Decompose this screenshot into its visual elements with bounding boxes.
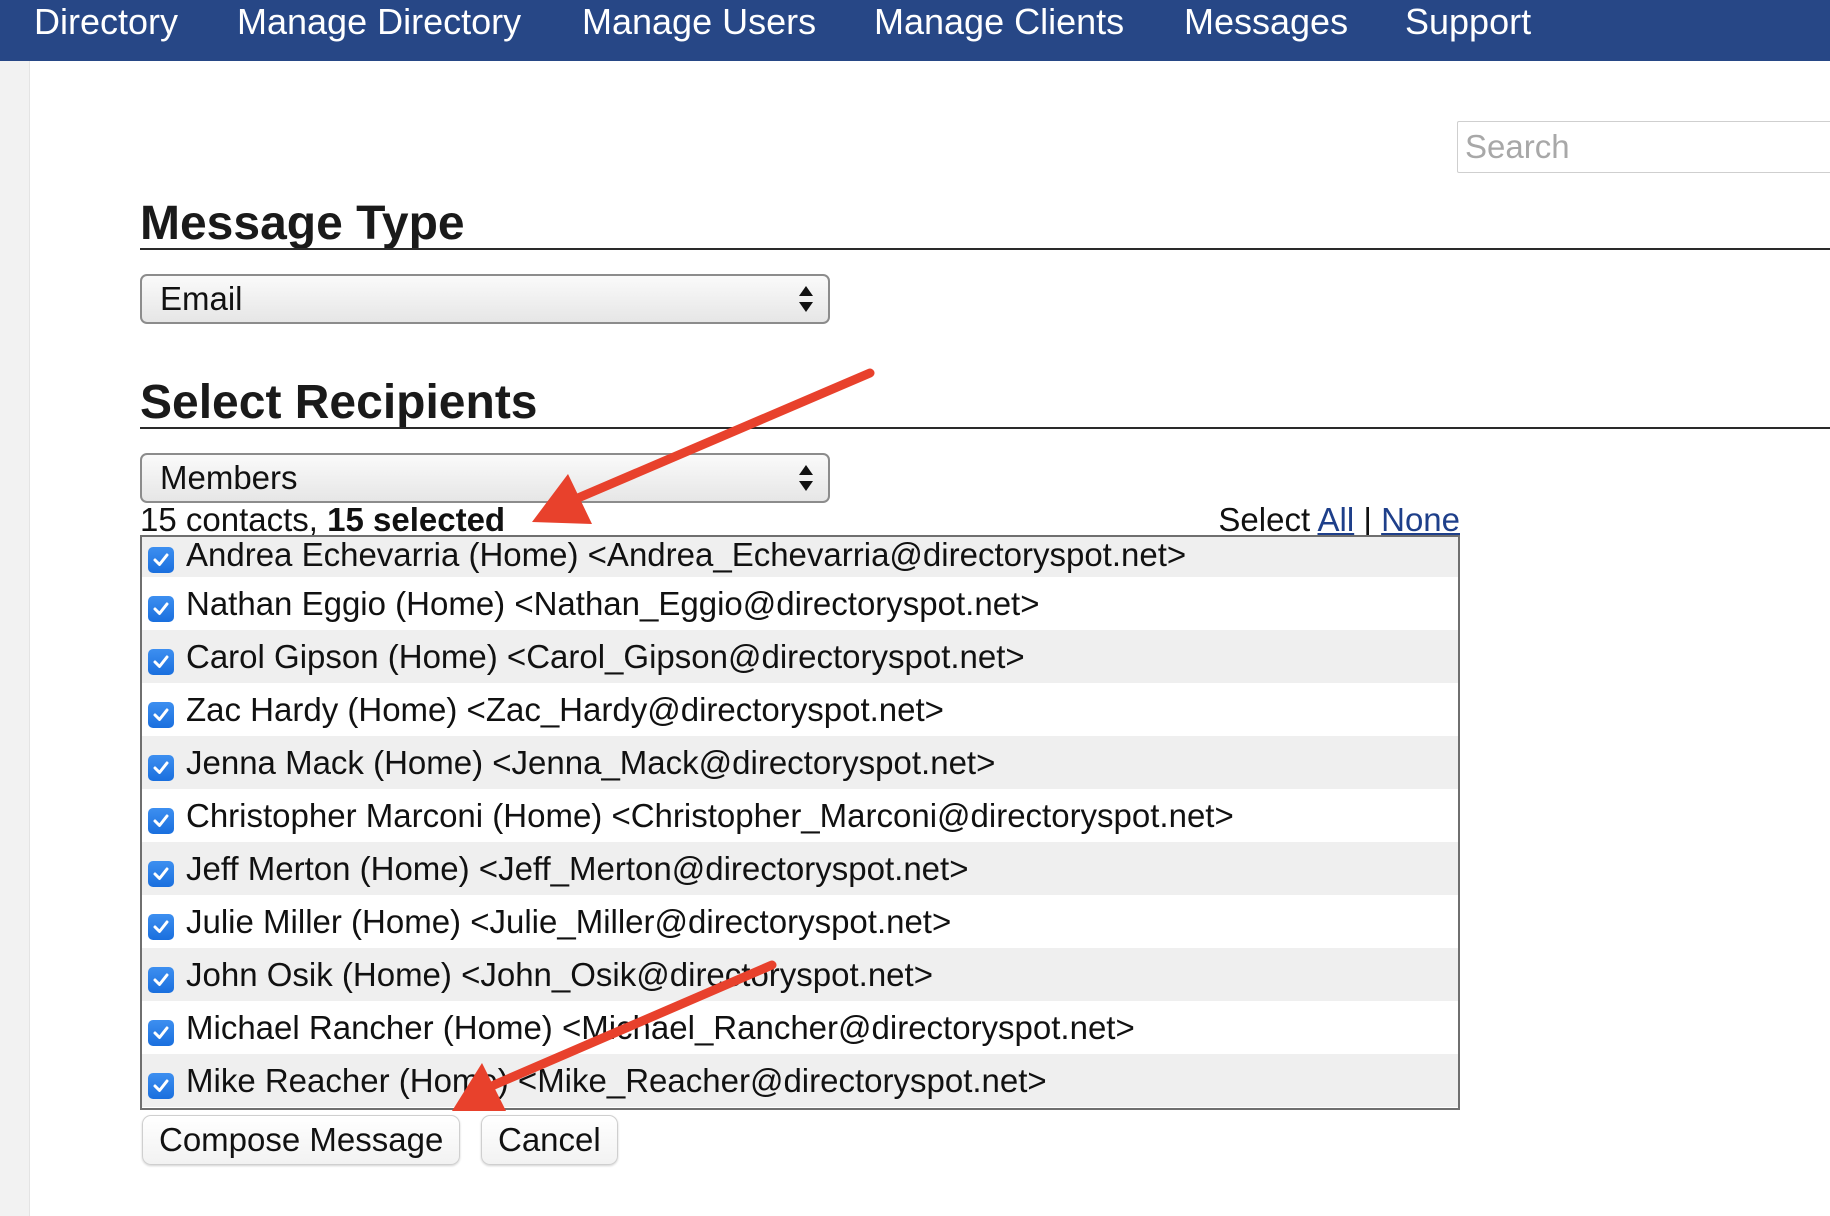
- recipient-checkbox[interactable]: [148, 966, 174, 993]
- message-type-divider: [140, 248, 1830, 250]
- cancel-button[interactable]: Cancel: [481, 1115, 618, 1165]
- recipient-label: Julie Miller (Home) <Julie_Miller@direct…: [186, 902, 952, 940]
- recipient-label: Christopher Marconi (Home) <Christopher_…: [186, 796, 1234, 834]
- recipient-label: Jeff Merton (Home) <Jeff_Merton@director…: [186, 849, 969, 887]
- recipient-label: Michael Rancher (Home) <Michael_Rancher@…: [186, 1008, 1135, 1046]
- recipient-checkbox[interactable]: [148, 701, 174, 728]
- selected-count: 15 selected: [327, 501, 506, 538]
- nav-item-manage-clients[interactable]: Manage Clients: [874, 0, 1124, 44]
- nav-item-messages[interactable]: Messages: [1184, 0, 1348, 44]
- recipient-label: Mike Reacher (Home) <Mike_Reacher@direct…: [186, 1061, 1047, 1099]
- recipient-row[interactable]: John Osik (Home) <John_Osik@directoryspo…: [142, 948, 1458, 1001]
- recipient-row[interactable]: Zac Hardy (Home) <Zac_Hardy@directoryspo…: [142, 683, 1458, 736]
- recipient-checkbox[interactable]: [148, 547, 174, 573]
- checkmark-icon: [153, 553, 169, 566]
- recipient-label: Andrea Echevarria (Home) <Andrea_Echevar…: [186, 536, 1187, 573]
- nav-item-support[interactable]: Support: [1405, 0, 1531, 44]
- checkmark-icon: [153, 1079, 169, 1092]
- message-type-select[interactable]: Email: [140, 274, 830, 324]
- nav-item-directory[interactable]: Directory: [34, 0, 178, 44]
- checkmark-icon: [153, 708, 169, 721]
- select-recipients-divider: [140, 427, 1830, 429]
- recipient-row[interactable]: Mike Reacher (Home) <Mike_Reacher@direct…: [142, 1054, 1458, 1107]
- search-input[interactable]: [1457, 121, 1830, 173]
- nav-item-manage-directory[interactable]: Manage Directory: [237, 0, 521, 44]
- compose-message-button[interactable]: Compose Message: [142, 1115, 461, 1165]
- select-separator: |: [1363, 501, 1372, 538]
- recipient-checkbox[interactable]: [148, 913, 174, 940]
- nav-item-manage-users[interactable]: Manage Users: [582, 0, 816, 44]
- message-type-value: Email: [160, 280, 243, 317]
- page: Directory Manage Directory Manage Users …: [0, 0, 1830, 1216]
- recipient-checkbox[interactable]: [148, 754, 174, 781]
- checkmark-icon: [153, 1026, 169, 1039]
- recipient-label: John Osik (Home) <John_Osik@directoryspo…: [186, 955, 933, 993]
- contacts-count: 15 contacts,: [140, 501, 318, 538]
- recipient-list[interactable]: Andrea Echevarria (Home) <Andrea_Echevar…: [140, 535, 1460, 1110]
- checkmark-icon: [153, 920, 169, 933]
- recipient-label: Nathan Eggio (Home) <Nathan_Eggio@direct…: [186, 584, 1040, 622]
- select-recipients-heading: Select Recipients: [140, 376, 538, 429]
- recipient-checkbox[interactable]: [148, 860, 174, 887]
- recipient-row[interactable]: Nathan Eggio (Home) <Nathan_Eggio@direct…: [142, 577, 1458, 630]
- recipient-row[interactable]: Michael Rancher (Home) <Michael_Rancher@…: [142, 1001, 1458, 1054]
- recipient-row[interactable]: Julie Miller (Home) <Julie_Miller@direct…: [142, 895, 1458, 948]
- recipient-label: Carol Gipson (Home) <Carol_Gipson@direct…: [186, 637, 1025, 675]
- select-all-link[interactable]: All: [1318, 501, 1355, 538]
- recipient-checkbox[interactable]: [148, 595, 174, 622]
- recipient-label: Zac Hardy (Home) <Zac_Hardy@directoryspo…: [186, 690, 944, 728]
- recipient-row[interactable]: Christopher Marconi (Home) <Christopher_…: [142, 789, 1458, 842]
- recipient-label: Jenna Mack (Home) <Jenna_Mack@directorys…: [186, 743, 996, 781]
- recipient-checkbox[interactable]: [148, 648, 174, 675]
- checkmark-icon: [153, 973, 169, 986]
- recipient-row[interactable]: Jeff Merton (Home) <Jeff_Merton@director…: [142, 842, 1458, 895]
- recipient-checkbox[interactable]: [148, 1019, 174, 1046]
- select-all-none: Select All | None: [1218, 500, 1460, 540]
- recipient-row[interactable]: Andrea Echevarria (Home) <Andrea_Echevar…: [142, 536, 1458, 577]
- top-nav-bar: Directory Manage Directory Manage Users …: [0, 0, 1830, 61]
- select-updown-icon: [799, 465, 813, 491]
- select-label: Select: [1218, 501, 1311, 538]
- checkmark-icon: [153, 602, 169, 615]
- checkmark-icon: [153, 655, 169, 668]
- select-updown-icon: [799, 286, 813, 312]
- checkmark-icon: [153, 761, 169, 774]
- message-type-heading: Message Type: [140, 197, 465, 250]
- recipient-row[interactable]: Carol Gipson (Home) <Carol_Gipson@direct…: [142, 630, 1458, 683]
- recipient-checkbox[interactable]: [148, 1072, 174, 1099]
- left-gutter: [0, 61, 30, 1216]
- recipient-group-select[interactable]: Members: [140, 453, 830, 503]
- recipient-checkbox[interactable]: [148, 807, 174, 834]
- checkmark-icon: [153, 867, 169, 880]
- recipient-row[interactable]: Jenna Mack (Home) <Jenna_Mack@directorys…: [142, 736, 1458, 789]
- checkmark-icon: [153, 814, 169, 827]
- recipient-group-value: Members: [160, 459, 298, 496]
- select-none-link[interactable]: None: [1381, 501, 1460, 538]
- contacts-summary: 15 contacts, 15 selected: [140, 500, 505, 540]
